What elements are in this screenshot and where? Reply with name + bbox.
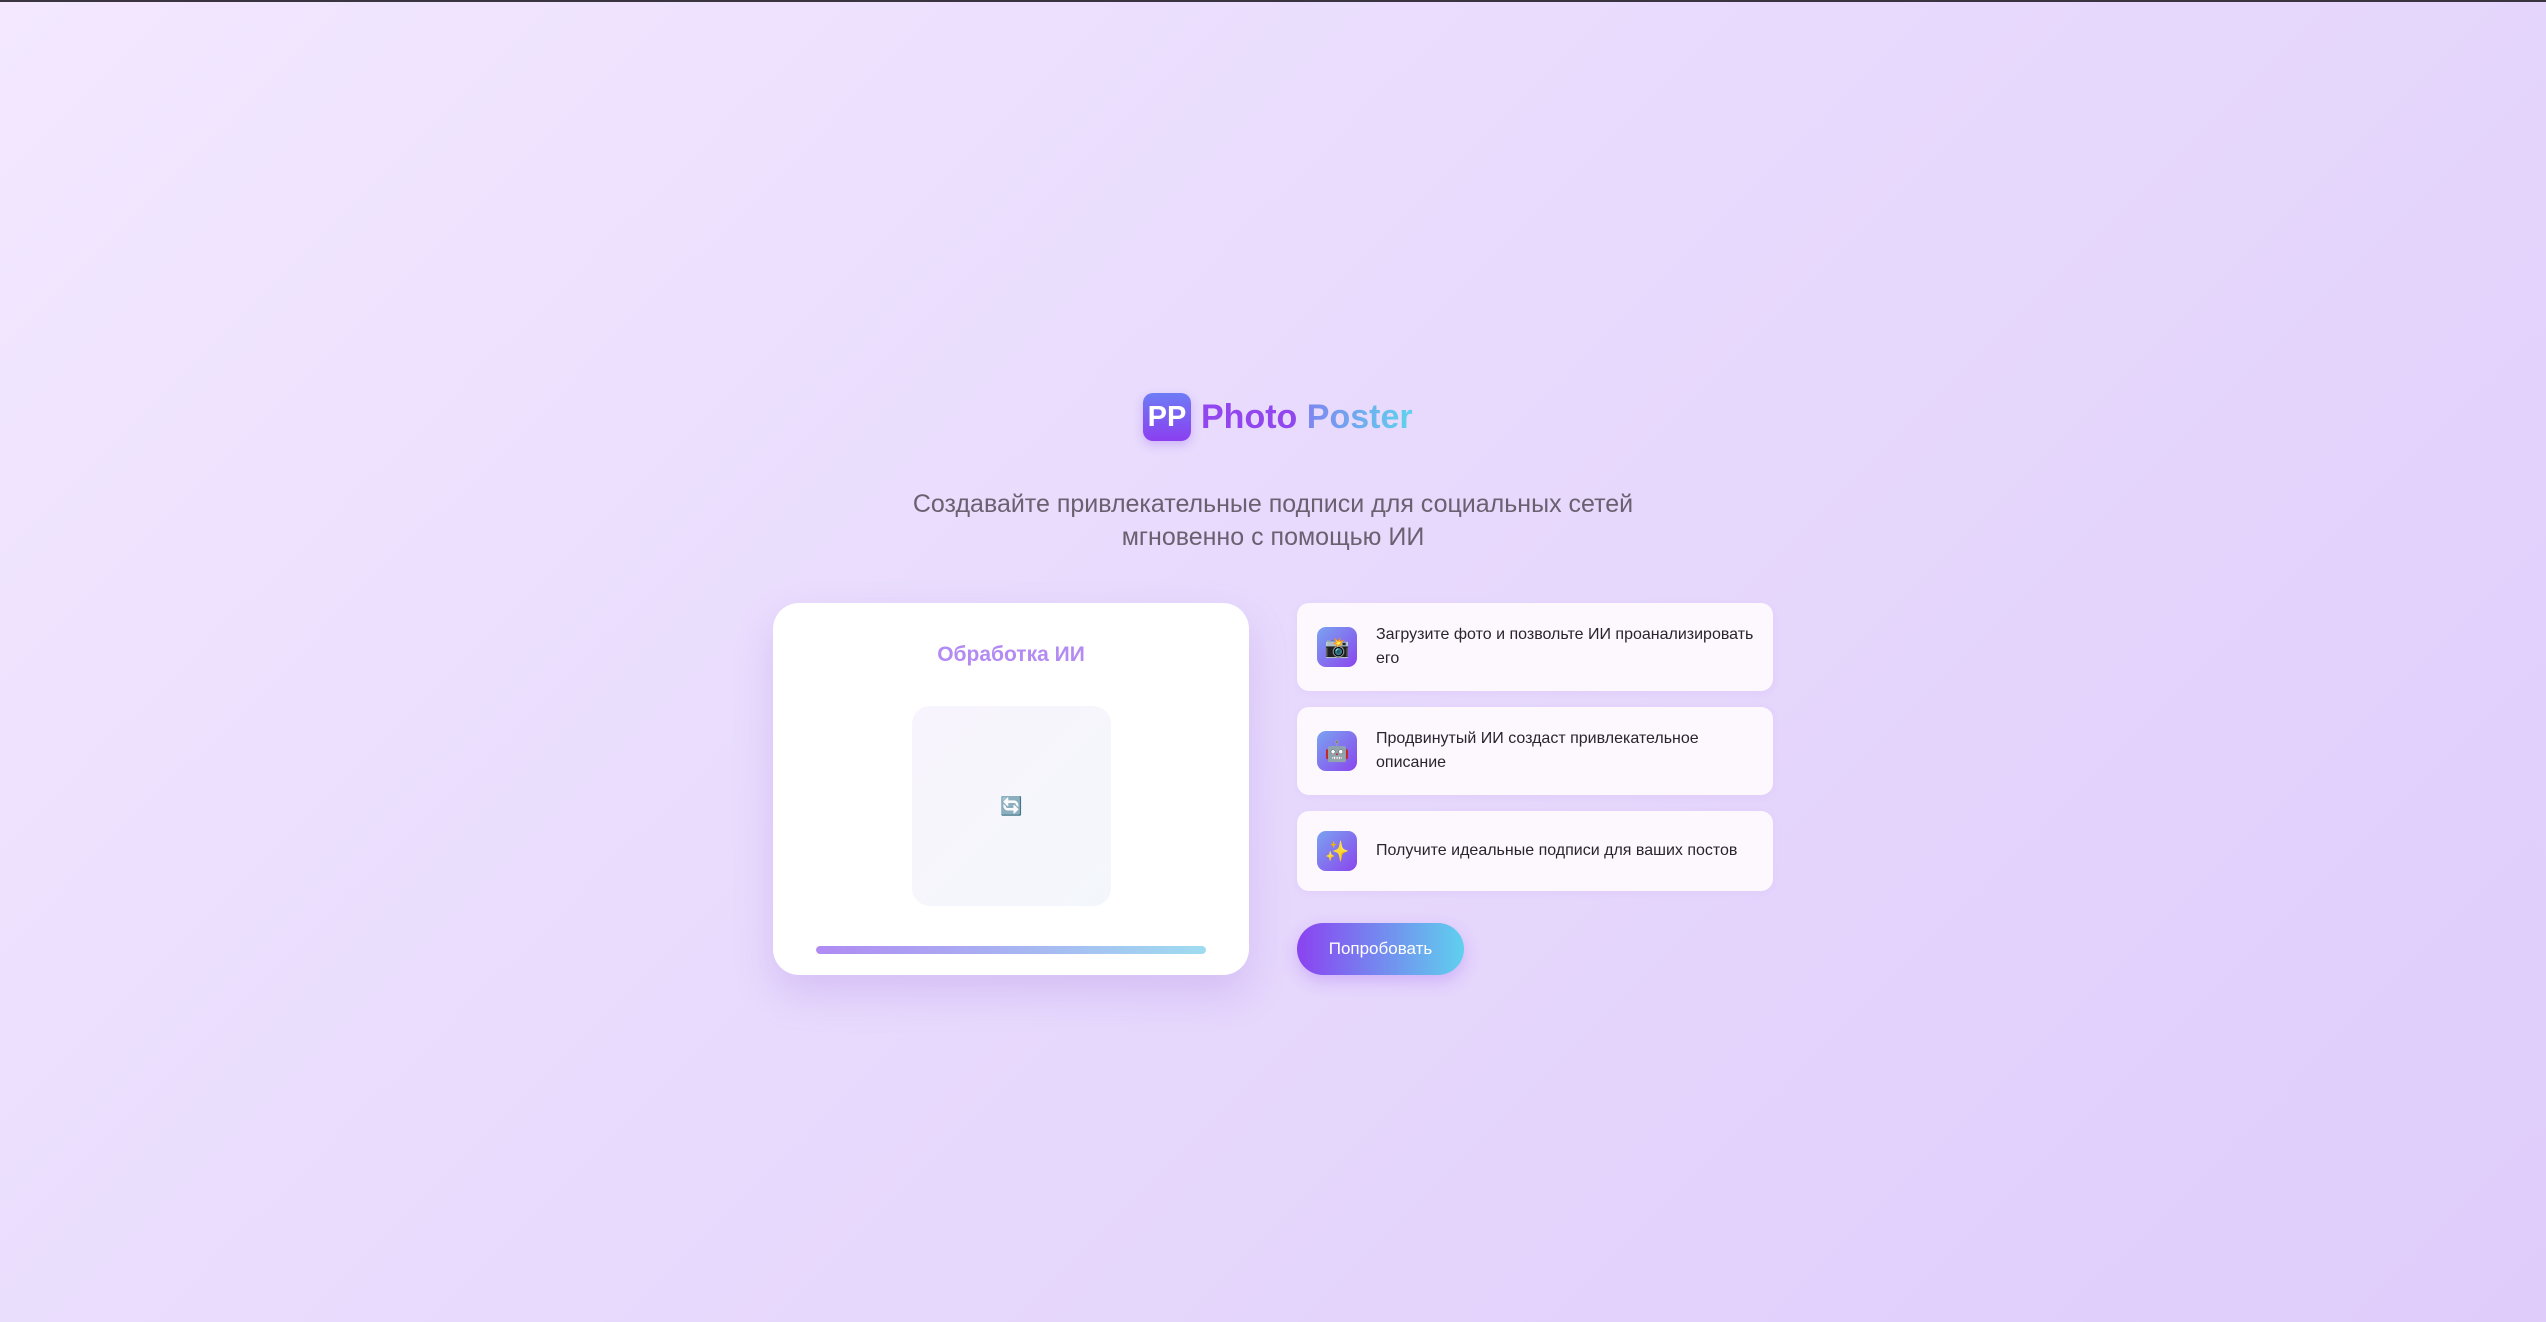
processing-title: Обработка ИИ	[937, 643, 1085, 666]
brand-name: Photo Poster	[1201, 393, 1413, 441]
tagline: Создавайте привлекательные подписи для с…	[912, 490, 1634, 551]
feature-card-ai: 🤖 Продвинутый ИИ создаст привлекательное…	[1297, 707, 1773, 795]
robot-icon: 🤖	[1317, 731, 1357, 771]
logo-badge: PP	[1143, 393, 1191, 441]
feature-text: Продвинутый ИИ создаст привлекательное о…	[1376, 730, 1699, 771]
processing-card: Обработка ИИ 🔄	[773, 603, 1249, 975]
brand-name-part2: Poster	[1306, 398, 1413, 436]
sparkles-icon: ✨	[1317, 831, 1357, 871]
feature-card-captions: ✨ Получите идеальные подписи для ваших п…	[1297, 811, 1773, 891]
progress-fill	[816, 946, 1206, 954]
progress-bar	[816, 946, 1206, 954]
brand-name-part1: Photo	[1201, 398, 1298, 436]
feature-card-upload: 📸 Загрузите фото и позвольте ИИ проанали…	[1297, 603, 1773, 691]
image-preview: 🔄	[912, 706, 1111, 906]
feature-text: Загрузите фото и позвольте ИИ проанализи…	[1376, 626, 1754, 667]
camera-icon: 📸	[1317, 627, 1357, 667]
try-button[interactable]: Попробовать	[1297, 923, 1464, 975]
loading-spinner-icon: 🔄	[1000, 795, 1023, 816]
brand-logo: PP Photo Poster	[1143, 393, 1413, 441]
page: { "brand": { "badge": "PP", "name_part1"…	[0, 0, 2546, 1322]
feature-text: Получите идеальные подписи для ваших пос…	[1376, 842, 1738, 859]
